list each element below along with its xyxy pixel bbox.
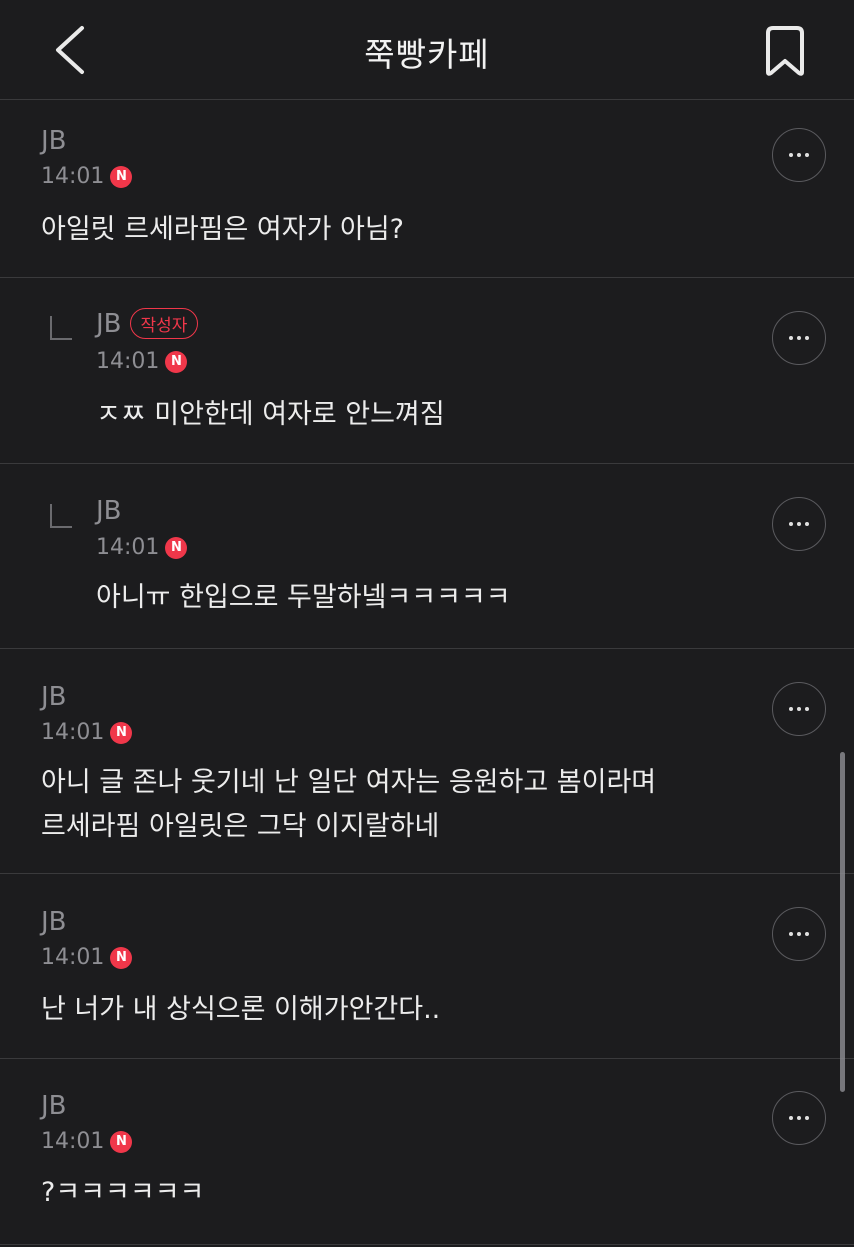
new-badge: N [110, 165, 133, 188]
new-badge: N [110, 721, 133, 744]
bookmark-button[interactable] [762, 25, 808, 77]
comment-text: 아일릿 르세라핌은 여자가 아님? [41, 214, 404, 245]
comment-author: JB [96, 496, 122, 526]
comment-text: 아니ㅠ 한입으로 두말하넼ㅋㅋㅋㅋㅋ [96, 582, 511, 613]
bookmark-icon [766, 26, 804, 76]
comment-author: JB [96, 308, 122, 339]
more-options-button[interactable] [772, 128, 826, 182]
more-options-button[interactable] [772, 682, 826, 736]
new-badge: N [110, 946, 133, 969]
comment-time: 14:01 [41, 1129, 105, 1154]
top-bar: 쭉빵카페 [0, 0, 854, 100]
comment-meta: 14:01 N [41, 945, 133, 970]
comment-body: 난 너가 내 상식으론 이해가안간다.. [41, 988, 440, 1032]
comment-author-row: JB 작성자 [96, 308, 199, 339]
comment-meta: 14:01 N [96, 535, 188, 560]
comment-author: JB [41, 126, 67, 156]
page-title: 쭉빵카페 [364, 35, 490, 74]
new-badge: N [165, 350, 188, 373]
comment-author: JB [41, 907, 67, 937]
comment-item: JB 14:01 N ?ㅋㅋㅋㅋㅋㅋ [0, 1059, 854, 1245]
comment-item: JB 14:01 N 아일릿 르세라핌은 여자가 아님? [0, 100, 854, 278]
scrollbar[interactable] [840, 752, 845, 1092]
comment-time: 14:01 [41, 945, 105, 970]
comment-author: JB [41, 1091, 67, 1121]
comment-list: JB 14:01 N 아일릿 르세라핌은 여자가 아님? JB 작성자 14:0… [0, 100, 854, 1245]
comment-body: 아니ㅠ 한입으로 두말하넼ㅋㅋㅋㅋㅋ [96, 576, 511, 620]
reply-arrow-icon [50, 316, 72, 340]
new-badge: N [110, 1130, 133, 1153]
comment-item: JB 14:01 N 난 너가 내 상식으론 이해가안간다.. [0, 874, 854, 1059]
comment-body: 아니 글 존나 웃기네 난 일단 여자는 응원하고 봄이라며 르세라핌 아일릿은… [41, 761, 656, 849]
reply-item: JB 14:01 N 아니ㅠ 한입으로 두말하넼ㅋㅋㅋㅋㅋ [0, 464, 854, 649]
comment-body: ?ㅋㅋㅋㅋㅋㅋ [41, 1171, 204, 1215]
comment-author: JB [41, 682, 67, 712]
new-badge: N [165, 536, 188, 559]
comment-text-line: 아니 글 존나 웃기네 난 일단 여자는 응원하고 봄이라며 [41, 767, 657, 798]
comment-time: 14:01 [96, 349, 160, 374]
comment-time: 14:01 [41, 164, 105, 189]
comment-meta: 14:01 N [41, 164, 133, 189]
comment-item: JB 14:01 N 아니 글 존나 웃기네 난 일단 여자는 응원하고 봄이라… [0, 649, 854, 874]
comment-text: ?ㅋㅋㅋㅋㅋㅋ [41, 1177, 205, 1208]
more-options-button[interactable] [772, 311, 826, 365]
comment-meta: 14:01 N [41, 720, 133, 745]
reply-arrow-icon [50, 504, 72, 528]
comment-time: 14:01 [96, 535, 160, 560]
reply-item: JB 작성자 14:01 N ㅈㅉ 미안한데 여자로 안느껴짐 [0, 278, 854, 464]
comment-time: 14:01 [41, 720, 105, 745]
writer-badge: 작성자 [129, 308, 199, 339]
comment-text: ㅈㅉ 미안한데 여자로 안느껴짐 [96, 399, 445, 430]
comment-meta: 14:01 N [41, 1129, 133, 1154]
more-options-button[interactable] [772, 1091, 826, 1145]
more-options-button[interactable] [772, 497, 826, 551]
comment-body: ㅈㅉ 미안한데 여자로 안느껴짐 [96, 393, 445, 437]
comment-text-line: 르세라핌 아일릿은 그닥 이지랄하네 [41, 811, 440, 842]
comment-meta: 14:01 N [96, 349, 188, 374]
comment-text: 난 너가 내 상식으론 이해가안간다.. [41, 994, 441, 1025]
more-options-button[interactable] [772, 907, 826, 961]
comment-body: 아일릿 르세라핌은 여자가 아님? [41, 208, 404, 252]
